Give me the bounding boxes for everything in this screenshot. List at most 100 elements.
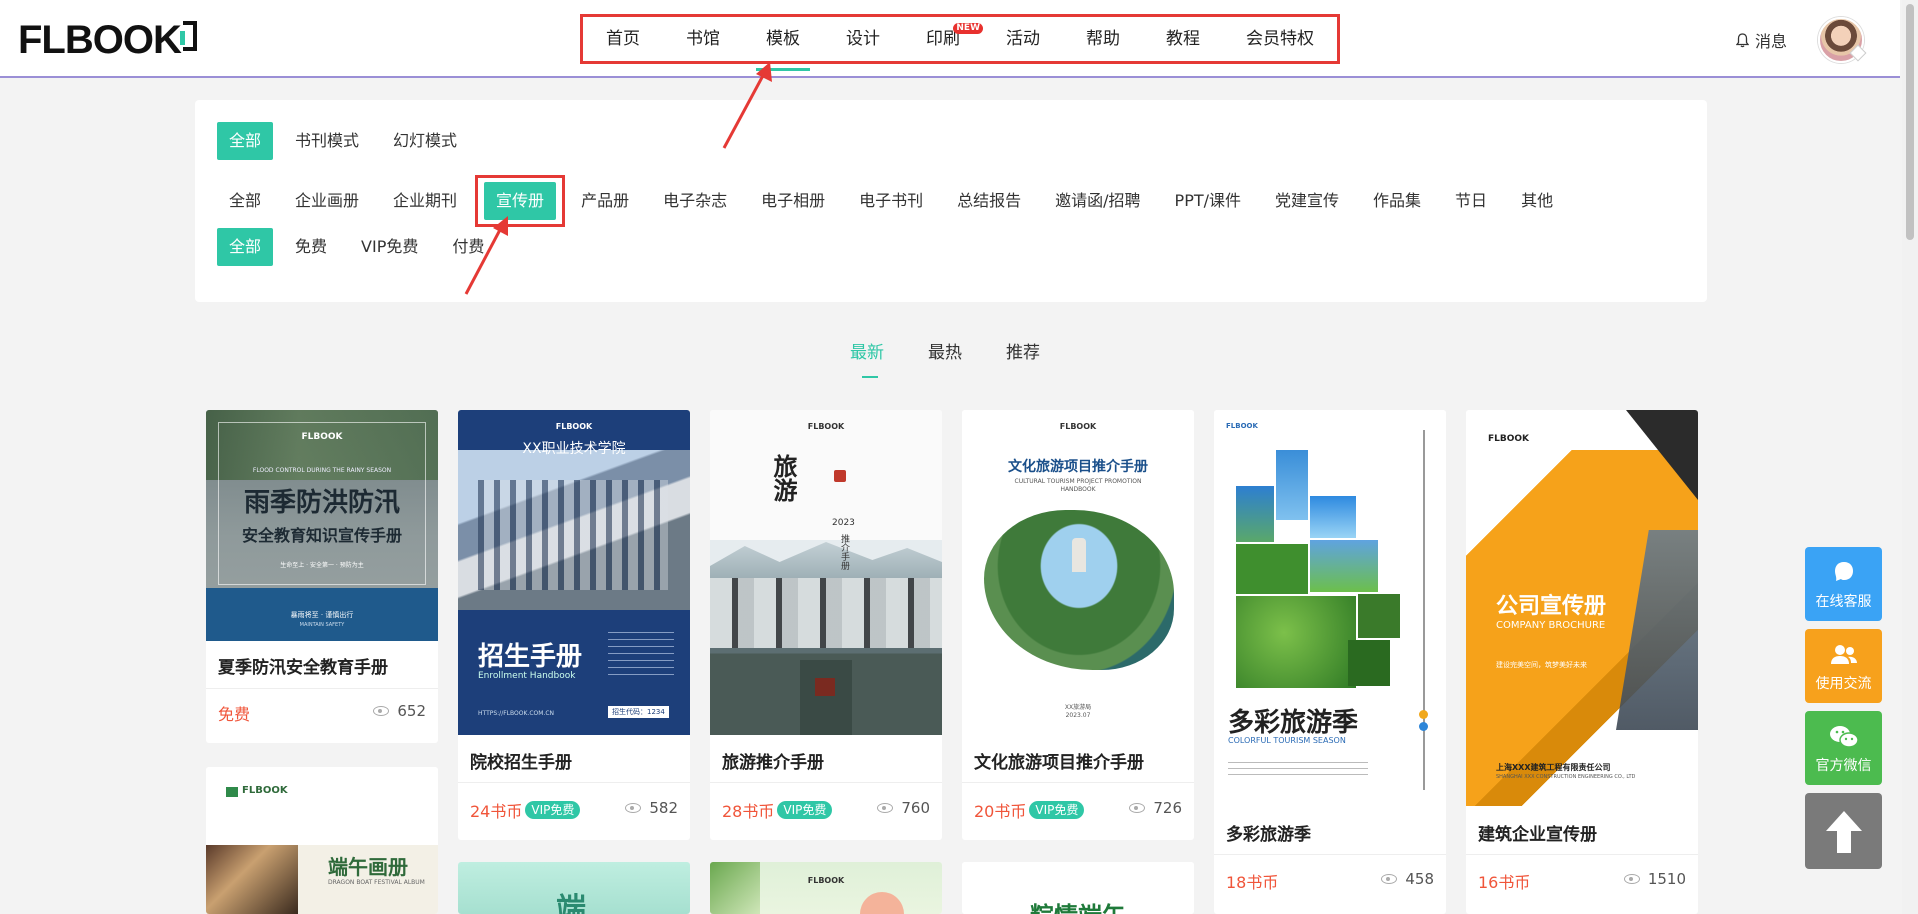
card-cover-image: 粽情端午 [962,862,1194,914]
category-brochure[interactable]: 宣传册 [484,182,557,220]
cover-brand: FLBOOK [807,876,845,885]
category-holiday[interactable]: 节日 [1443,182,1499,220]
price-vip-free[interactable]: VIP免费 [349,228,430,266]
scroll-thumb[interactable] [1906,4,1914,240]
eye-icon [373,706,390,716]
template-card-partial[interactable]: 端 [458,862,690,914]
mode-all[interactable]: 全部 [217,122,274,160]
template-card[interactable]: FLBOOK 旅游 2023 推介手册 旅游推介手册 28书币 VIP免费 760 [710,410,942,840]
card-cover-image: FLBOOK 文化旅游项目推介手册 CULTURAL TOURISM PROJE… [962,410,1194,735]
cover-headline: 多彩旅游季 [1228,708,1359,738]
price-value: 20书币 [974,802,1027,821]
card-views: 1510 [1623,870,1686,888]
category-portfolio[interactable]: 作品集 [1361,182,1433,220]
category-corporate-journal[interactable]: 企业期刊 [381,182,469,220]
card-divider [458,782,690,783]
cover-brand: FLBOOK [242,785,288,796]
nav-tutorials[interactable]: 教程 [1143,17,1223,61]
cover-headline: 粽情端午 [962,896,1194,914]
price-all[interactable]: 全部 [217,228,274,266]
views-count: 458 [1405,870,1434,888]
cover-headline: 文化旅游项目推介手册 [1008,459,1148,475]
cover-company: 上海XXX建筑工程有限责任公司 [1496,763,1611,772]
price-value: 18书币 [1226,873,1279,892]
page-scrollbar[interactable] [1902,0,1918,914]
mode-book[interactable]: 书刊模式 [283,122,371,160]
card-title[interactable]: 夏季防汛安全教育手册 [218,653,388,678]
sort-newest[interactable]: 最新 [850,338,884,378]
template-card-partial[interactable]: FLBOOK 端午画册 DRAGON BOAT FESTIVAL ALBUM [206,767,438,914]
card-title[interactable]: 多彩旅游季 [1226,820,1311,845]
card-divider [962,782,1194,783]
category-ealbum[interactable]: 电子相册 [749,182,837,220]
category-all[interactable]: 全部 [217,182,273,220]
cover-code: 招生代码：1234 [608,706,669,718]
card-cover-image: FLBOOK XX职业技术学院 招生手册 Enrollment Handbook… [458,410,690,735]
template-card[interactable]: FLBOOK XX职业技术学院 招生手册 Enrollment Handbook… [458,410,690,840]
cover-headline: 端午画册 [328,855,408,879]
nav-events[interactable]: 活动 [983,17,1063,61]
category-filter-row: 全部 企业画册 企业期刊 宣传册 产品册 电子杂志 电子相册 电子书刊 总结报告… [217,175,1575,227]
sort-hottest[interactable]: 最热 [928,338,962,370]
users-icon [1830,645,1857,664]
template-card[interactable]: FLBOOK 公司宣传册 COMPANY BROCHURE 建设完美空间，筑梦美… [1466,410,1698,914]
card-title[interactable]: 建筑企业宣传册 [1478,820,1597,845]
cover-en: COMPANY BROCHURE [1496,620,1606,631]
template-card[interactable]: FLBOOK FLOOD CONTROL DURING THE RAINY SE… [206,410,438,743]
nav-library[interactable]: 书馆 [663,17,743,61]
cover-headline: 旅游 [769,454,798,502]
messages-link[interactable]: 消息 [1736,28,1787,52]
vip-free-badge: VIP免费 [777,801,833,819]
card-divider [1466,854,1698,855]
nav-design[interactable]: 设计 [823,17,903,61]
card-cover-image: FLBOOK [710,862,942,914]
cover-headline: 端 [556,892,586,914]
back-to-top-button[interactable] [1805,793,1882,869]
category-ebook[interactable]: 电子书刊 [847,182,935,220]
category-corporate-album[interactable]: 企业画册 [283,182,371,220]
category-product[interactable]: 产品册 [569,182,641,220]
views-count: 652 [397,702,426,720]
category-invitation[interactable]: 邀请函/招聘 [1043,182,1152,220]
cover-date: 2023.07 [1065,712,1091,719]
price-paid[interactable]: 付费 [440,228,496,266]
mode-slide[interactable]: 幻灯模式 [381,122,469,160]
views-count: 726 [1153,799,1182,817]
card-cover-image: 端 [458,862,690,914]
category-report[interactable]: 总结报告 [945,182,1033,220]
sort-recommended[interactable]: 推荐 [1006,338,1040,370]
template-card[interactable]: FLBOOK 文化旅游项目推介手册 CULTURAL TOURISM PROJE… [962,410,1194,840]
template-card-partial[interactable]: 粽情端午 [962,862,1194,914]
category-party[interactable]: 党建宣传 [1263,182,1351,220]
flbook-logo[interactable]: FLBOOK [18,20,197,60]
price-filter-row: 全部 免费 VIP免费 付费 [217,228,506,266]
price-value: 28书币 [722,802,775,821]
category-emagazine[interactable]: 电子杂志 [651,182,739,220]
vip-free-badge: VIP免费 [1029,801,1085,819]
card-title[interactable]: 旅游推介手册 [722,748,824,773]
nav-membership[interactable]: 会员特权 [1223,17,1337,61]
wechat-icon [1829,726,1859,748]
user-avatar[interactable] [1818,17,1867,63]
card-divider [1214,854,1446,855]
sort-tabs: 最新 最热 推荐 [0,338,1900,378]
category-ppt[interactable]: PPT/课件 [1163,182,1253,220]
nav-help[interactable]: 帮助 [1063,17,1143,61]
nav-home[interactable]: 首页 [583,17,663,61]
template-card[interactable]: FLBOOK 多彩旅游季 COLORFUL TOURISM SEASON 多彩旅… [1214,410,1446,914]
card-title[interactable]: 院校招生手册 [470,748,572,773]
category-other[interactable]: 其他 [1509,182,1565,220]
official-wechat-button[interactable]: 官方微信 [1805,711,1882,785]
price-free[interactable]: 免费 [283,228,339,266]
cover-small-text: 生命至上 · 安全第一 · 预防为主 [280,562,364,569]
user-community-button[interactable]: 使用交流 [1805,629,1882,703]
online-service-button[interactable]: 在线客服 [1805,547,1882,621]
card-price: 28书币 VIP免费 [722,798,833,822]
cover-brand: FLBOOK [1488,434,1530,444]
nav-templates[interactable]: 模板 [743,17,823,71]
cover-company-en: SHANGHAI XXX CONSTRUCTION ENGINEERING CO… [1496,774,1636,780]
template-card-partial[interactable]: FLBOOK [710,862,942,914]
nav-print[interactable]: 印刷 NEW [903,17,983,61]
card-views: 652 [373,702,426,720]
card-title[interactable]: 文化旅游项目推介手册 [974,748,1144,773]
